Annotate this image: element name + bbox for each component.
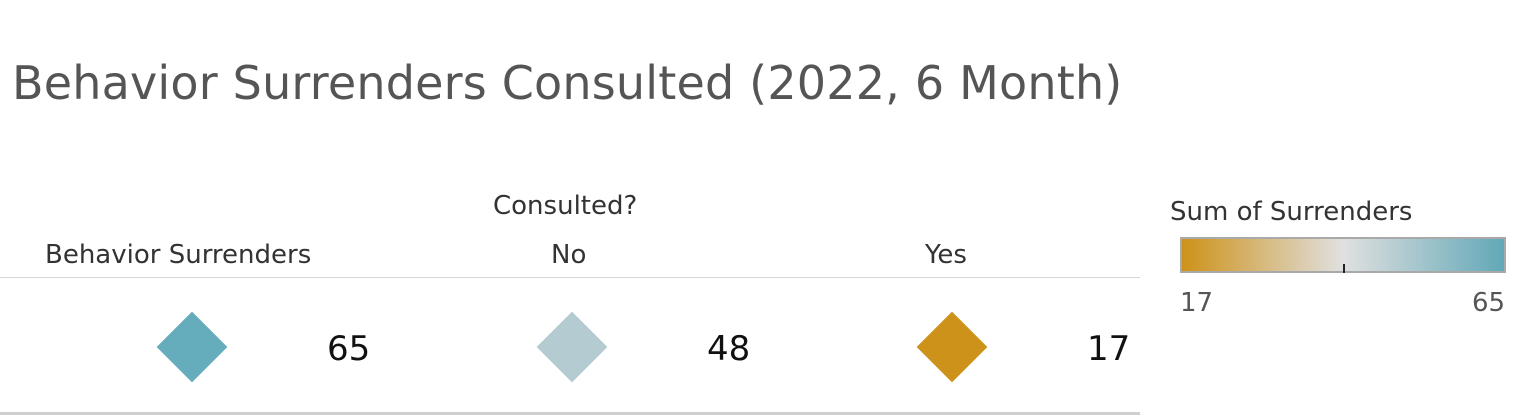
header-divider: [0, 277, 1140, 278]
diamond-mark-no[interactable]: [536, 311, 608, 383]
value-label-no: 48: [707, 329, 751, 369]
bottom-divider: [0, 412, 1140, 415]
legend-title: Sum of Surrenders: [1170, 197, 1413, 227]
diamond-mark-yes[interactable]: [916, 311, 988, 383]
legend-midpoint-tick: [1343, 264, 1345, 273]
column-header-behavior-surrenders: Behavior Surrenders: [45, 240, 312, 270]
column-group-label: Consulted?: [493, 191, 638, 221]
value-label-behavior-surrenders: 65: [327, 329, 371, 369]
column-header-yes: Yes: [925, 240, 967, 270]
value-label-yes: 17: [1087, 329, 1131, 369]
chart-title: Behavior Surrenders Consulted (2022, 6 M…: [12, 56, 1123, 110]
column-header-no: No: [551, 240, 587, 270]
legend-max-label: 65: [1472, 288, 1506, 318]
diamond-mark-behavior-surrenders[interactable]: [156, 311, 228, 383]
legend-min-label: 17: [1180, 288, 1214, 318]
